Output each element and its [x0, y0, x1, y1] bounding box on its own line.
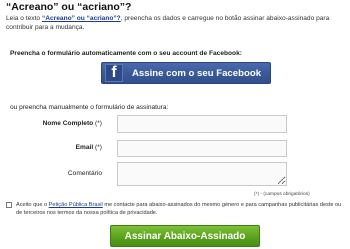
facebook-fill-label: Preencha o formulário automaticamente co… [10, 50, 242, 57]
facebook-icon: f [105, 64, 123, 82]
name-required-mark: (*) [95, 120, 102, 127]
article-link[interactable]: “Acreano” ou “acriano”? [42, 15, 121, 22]
intro-prefix: Leia o texto [6, 15, 42, 22]
facebook-sign-button[interactable]: f Assine com o seu Facebook [101, 62, 271, 84]
intro-text: Leia o texto “Acreano” ou “acriano”?, pr… [6, 14, 346, 32]
email-label-text: Email [75, 144, 94, 151]
required-fields-note: (*) - (campos obrigatórios) [254, 192, 310, 197]
facebook-button-label: Assine com o seu Facebook [132, 67, 262, 79]
consent-text: Aceito que o Petição Pública Brasil me c… [16, 201, 348, 217]
consent-checkbox[interactable] [6, 202, 12, 208]
name-input[interactable] [117, 115, 287, 133]
consent-prefix: Aceito que o [16, 202, 49, 208]
peticao-publica-link[interactable]: Petição Pública Brasil [49, 202, 103, 208]
comment-label: Comentário [67, 170, 102, 177]
comment-textarea[interactable] [117, 162, 287, 186]
name-label-text: Nome Completo [42, 120, 94, 127]
name-label: Nome Completo (*) [43, 120, 102, 127]
email-required-mark: (*) [95, 144, 102, 151]
email-label: Email (*) [76, 144, 102, 151]
submit-petition-button[interactable]: Assinar Abaixo-Assinado [110, 225, 260, 247]
manual-fill-label: ou preencha manualmente o formulário de … [10, 104, 169, 111]
page-title: “Acreano” ou “acriano”? [6, 1, 132, 13]
email-input[interactable] [117, 140, 287, 157]
